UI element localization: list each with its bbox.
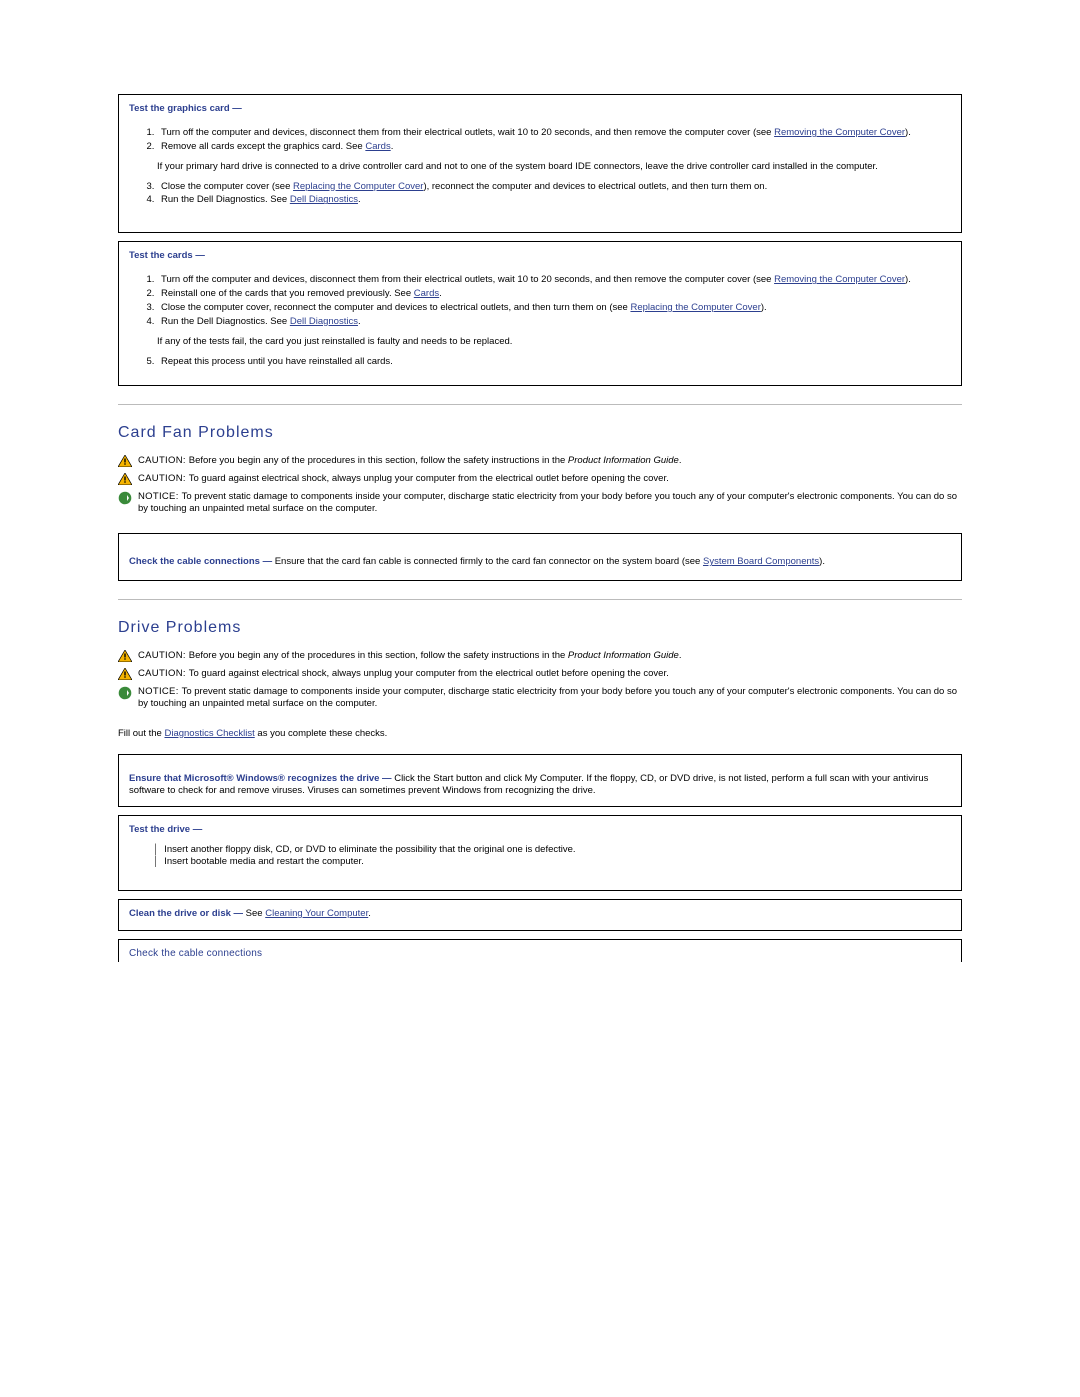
bullet-item: Insert bootable media and restart the co… (153, 856, 951, 868)
check-cable-heading: Check the cable connections (129, 948, 262, 959)
diagnostics-checklist-link[interactable]: Diagnostics Checklist (164, 728, 254, 739)
step: Reinstall one of the cards that you remo… (157, 288, 951, 300)
cleaning-computer-link[interactable]: Cleaning Your Computer (265, 908, 368, 919)
replacing-cover-link[interactable]: Replacing the Computer Cover (293, 181, 423, 192)
step: Repeat this process until you have reins… (157, 356, 951, 368)
replacing-cover-link[interactable]: Replacing the Computer Cover (630, 302, 760, 313)
fill-out-text: Fill out the Diagnostics Checklist as yo… (118, 728, 962, 740)
caution-row: CAUTION: Before you begin any of the pro… (118, 455, 962, 467)
bullet-item: Insert another floppy disk, CD, or DVD t… (153, 844, 951, 856)
check-cable-box: Check the cable connections — Ensure tha… (118, 533, 962, 581)
clean-drive-box: Clean the drive or disk — See Cleaning Y… (118, 899, 962, 931)
note-text: If your primary hard drive is connected … (157, 161, 951, 173)
test-graphics-card-box: Test the graphics card — Turn off the co… (118, 94, 962, 233)
test-cards-box: Test the cards — Turn off the computer a… (118, 241, 962, 386)
notice-text: NOTICE: To prevent static damage to comp… (138, 491, 962, 515)
steps-list-cont: Close the computer cover (see Replacing … (129, 181, 951, 207)
notice-row: NOTICE: To prevent static damage to comp… (118, 686, 962, 710)
document-content: Test the graphics card — Turn off the co… (118, 94, 962, 970)
caution-text: CAUTION: Before you begin any of the pro… (138, 455, 962, 467)
notice-text: NOTICE: To prevent static damage to comp… (138, 686, 962, 710)
caution-icon (118, 668, 132, 680)
step: Close the computer cover (see Replacing … (157, 181, 951, 193)
step: Turn off the computer and devices, disco… (157, 274, 951, 286)
heading-test-cards: Test the cards — (129, 250, 951, 262)
removing-cover-link[interactable]: Removing the Computer Cover (774, 274, 905, 285)
dell-diagnostics-link[interactable]: Dell Diagnostics (290, 194, 358, 205)
cards-link[interactable]: Cards (365, 141, 390, 152)
step: Close the computer cover, reconnect the … (157, 302, 951, 314)
note-text: If any of the tests fail, the card you j… (157, 336, 951, 348)
steps-list: Turn off the computer and devices, disco… (129, 127, 951, 153)
removing-cover-link[interactable]: Removing the Computer Cover (774, 127, 905, 138)
section-title-card-fan: Card Fan Problems (118, 423, 962, 443)
steps-list: Turn off the computer and devices, disco… (129, 274, 951, 328)
ensure-windows-box: Ensure that Microsoft® Windows® recogniz… (118, 754, 962, 808)
notice-row: NOTICE: To prevent static damage to comp… (118, 491, 962, 515)
step: Run the Dell Diagnostics. See Dell Diagn… (157, 194, 951, 206)
step: Remove all cards except the graphics car… (157, 141, 951, 153)
heading-test-graphics: Test the graphics card — (129, 103, 951, 115)
caution-row: CAUTION: To guard against electrical sho… (118, 668, 962, 680)
caution-row: CAUTION: Before you begin any of the pro… (118, 650, 962, 662)
dell-diagnostics-link[interactable]: Dell Diagnostics (290, 316, 358, 327)
cards-link[interactable]: Cards (414, 288, 439, 299)
notice-icon (118, 686, 132, 700)
system-board-link[interactable]: System Board Components (703, 556, 819, 567)
caution-text: CAUTION: To guard against electrical sho… (138, 473, 962, 485)
caution-icon (118, 473, 132, 485)
check-cable-heading: Check the cable connections — (129, 556, 275, 567)
divider (118, 599, 962, 600)
bullet-list: Insert another floppy disk, CD, or DVD t… (153, 844, 951, 868)
divider (118, 404, 962, 405)
section-title-drive-problems: Drive Problems (118, 618, 962, 638)
step: Turn off the computer and devices, disco… (157, 127, 951, 139)
check-cable-connections-box: Check the cable connections (118, 939, 962, 963)
caution-text: CAUTION: To guard against electrical sho… (138, 668, 962, 680)
notice-icon (118, 491, 132, 505)
test-drive-box: Test the drive — Insert another floppy d… (118, 815, 962, 891)
heading-test-drive: Test the drive — (129, 824, 951, 836)
caution-icon (118, 650, 132, 662)
caution-text: CAUTION: Before you begin any of the pro… (138, 650, 962, 662)
steps-list-cont: Repeat this process until you have reins… (129, 356, 951, 368)
caution-row: CAUTION: To guard against electrical sho… (118, 473, 962, 485)
step: Run the Dell Diagnostics. See Dell Diagn… (157, 316, 951, 328)
caution-icon (118, 455, 132, 467)
